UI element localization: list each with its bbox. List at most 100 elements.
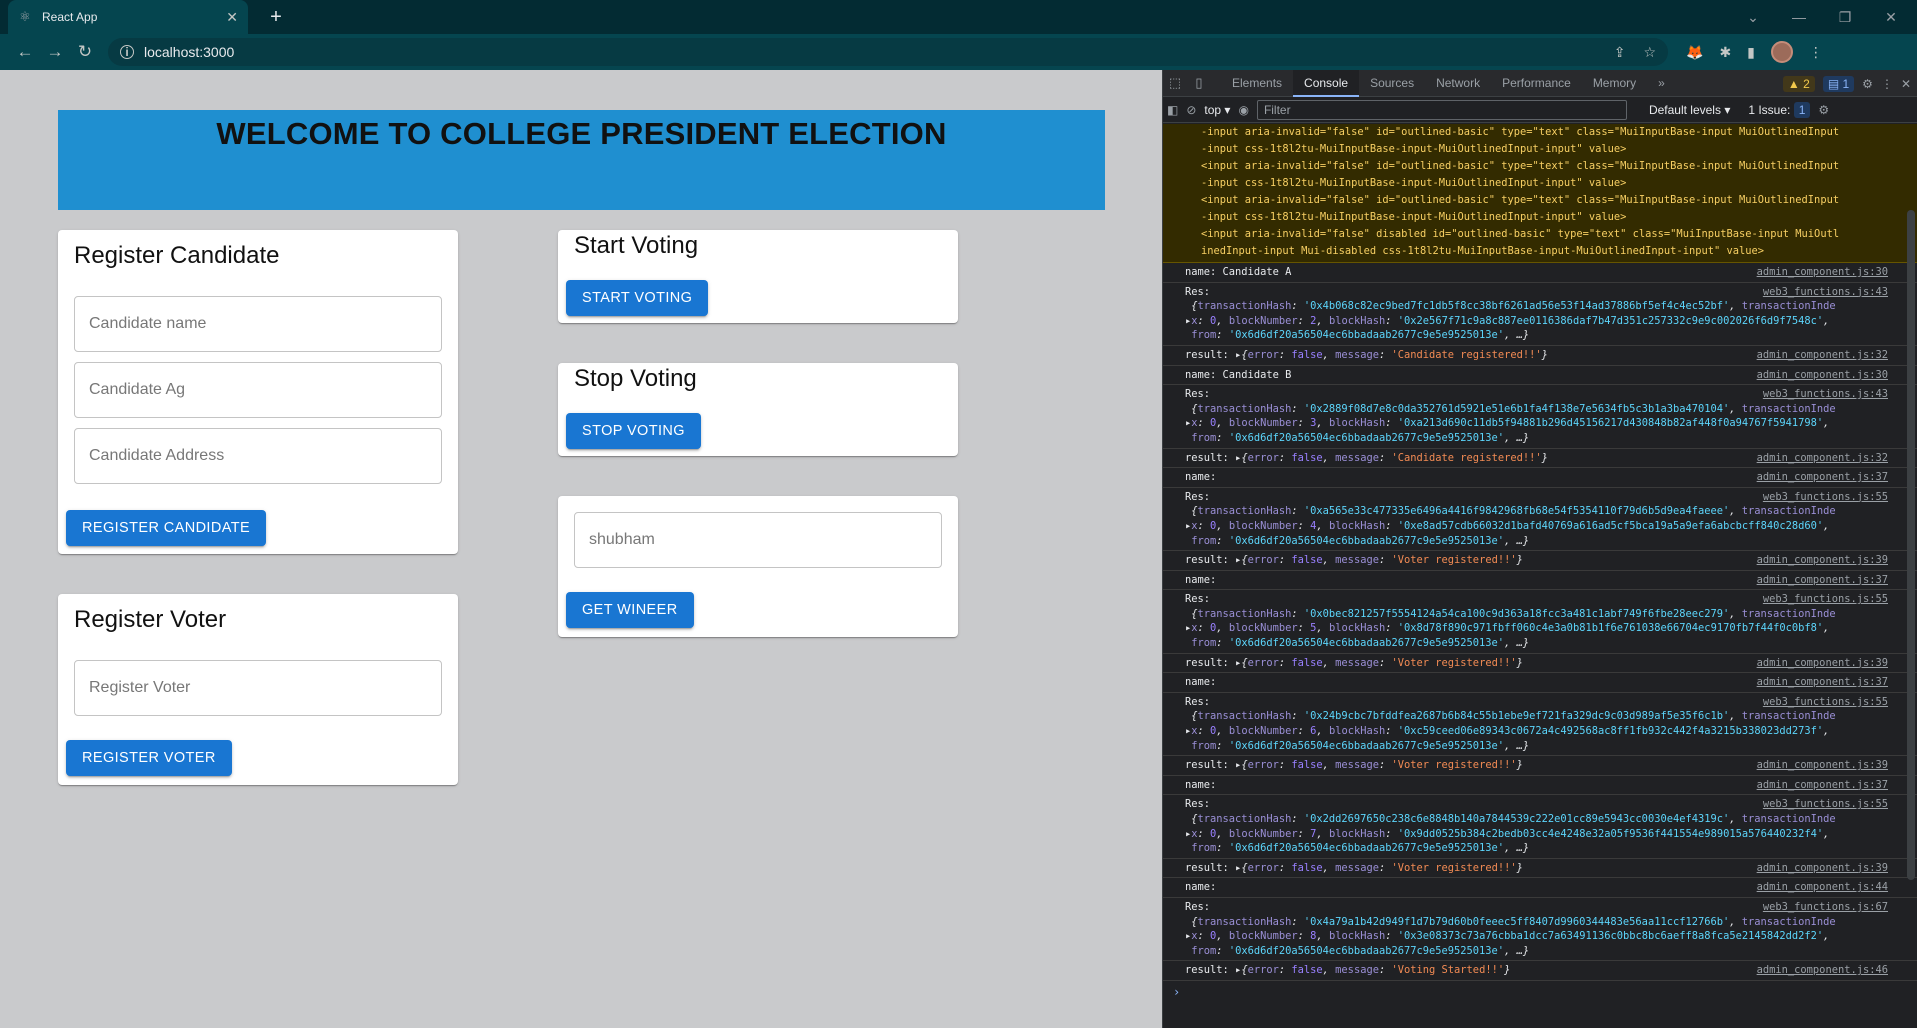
- object-key: transactionInde: [1741, 915, 1836, 928]
- register-voter-input[interactable]: [89, 679, 427, 697]
- minimize-icon[interactable]: —: [1776, 9, 1822, 25]
- winner-input[interactable]: [589, 531, 927, 549]
- bookmark-star-icon[interactable]: ☆: [1643, 44, 1656, 61]
- object-value: 'Candidate registered!!': [1391, 451, 1542, 464]
- stop-voting-button[interactable]: STOP VOTING: [566, 413, 701, 449]
- object-value: '0x4a79a1b42d949f1d7b79d60b0feeec5ff8407…: [1303, 915, 1730, 928]
- browser-menu-icon[interactable]: ⋮: [1809, 44, 1823, 61]
- share-icon[interactable]: ⇪: [1614, 44, 1626, 61]
- inspect-element-icon[interactable]: ⬚: [1163, 75, 1187, 91]
- console-token: :: [1297, 519, 1311, 532]
- start-voting-button[interactable]: START VOTING: [566, 280, 709, 316]
- tab-network[interactable]: Network: [1425, 70, 1491, 97]
- source-link[interactable]: admin_component.js:32: [1757, 451, 1888, 466]
- source-link[interactable]: web3_functions.js:43: [1763, 285, 1888, 300]
- back-icon[interactable]: ←: [10, 42, 40, 62]
- object-key: transactionInde: [1741, 402, 1836, 415]
- object-key: blockNumber: [1228, 417, 1298, 430]
- source-link[interactable]: web3_functions.js:43: [1763, 387, 1888, 402]
- log-levels-dropdown[interactable]: Default levels ▾: [1649, 103, 1730, 117]
- object-key: error: [1247, 451, 1279, 464]
- profile-avatar[interactable]: [1770, 41, 1793, 63]
- object-key: transactionHash: [1197, 813, 1292, 825]
- candidate-address-field[interactable]: [74, 428, 442, 484]
- console-label: result:: [1185, 656, 1236, 669]
- object-value: '0x4b068c82ec9bed7fc1db5f8cc38bf6261ad56…: [1303, 300, 1730, 313]
- new-tab-button[interactable]: +: [262, 4, 290, 32]
- console-token: :: [1297, 930, 1311, 943]
- candidate-age-field[interactable]: [74, 362, 442, 418]
- restore-icon[interactable]: ❐: [1822, 9, 1868, 26]
- tab-performance[interactable]: Performance: [1491, 70, 1582, 97]
- forward-icon[interactable]: →: [40, 42, 70, 62]
- source-link[interactable]: admin_component.js:39: [1757, 553, 1888, 568]
- console-token: :: [1291, 813, 1304, 825]
- close-tab-icon[interactable]: ✕: [226, 9, 238, 26]
- console-token: ,: [1729, 402, 1742, 415]
- source-link[interactable]: web3_functions.js:67: [1763, 900, 1888, 915]
- tab-memory[interactable]: Memory: [1582, 70, 1647, 97]
- object-value: false: [1291, 759, 1323, 772]
- metamask-extension-icon[interactable]: 🦊: [1686, 44, 1703, 61]
- console-settings-icon[interactable]: ⚙: [1818, 103, 1829, 117]
- source-link[interactable]: admin_component.js:37: [1757, 470, 1888, 485]
- source-link[interactable]: web3_functions.js:55: [1763, 490, 1888, 505]
- site-info-icon[interactable]: i: [120, 45, 134, 59]
- issues-counter[interactable]: 1 Issue: 1: [1748, 101, 1811, 118]
- source-link[interactable]: admin_component.js:39: [1757, 758, 1888, 773]
- console-prompt[interactable]: ›: [1163, 981, 1917, 1003]
- source-link[interactable]: admin_component.js:30: [1757, 265, 1888, 280]
- devtools-menu-icon[interactable]: ⋮: [1881, 77, 1893, 91]
- side-panel-icon[interactable]: ▮: [1747, 44, 1755, 61]
- clear-console-icon[interactable]: ⊘: [1186, 103, 1196, 117]
- device-toolbar-icon[interactable]: ▯: [1187, 75, 1211, 91]
- source-link[interactable]: admin_component.js:32: [1757, 348, 1888, 363]
- source-link[interactable]: web3_functions.js:55: [1763, 592, 1888, 607]
- console-token: }: [1541, 451, 1548, 464]
- candidate-address-input[interactable]: [89, 447, 427, 465]
- source-link[interactable]: web3_functions.js:55: [1763, 695, 1888, 710]
- register-voter-field[interactable]: [74, 660, 442, 716]
- live-expression-eye-icon[interactable]: ◉: [1238, 103, 1248, 117]
- context-selector[interactable]: top ▾: [1204, 103, 1230, 117]
- winner-field[interactable]: [574, 512, 942, 568]
- source-link[interactable]: admin_component.js:37: [1757, 778, 1888, 793]
- warnings-badge[interactable]: ▲ 2: [1782, 75, 1815, 92]
- close-window-icon[interactable]: ✕: [1868, 9, 1914, 26]
- more-tabs-icon[interactable]: »: [1647, 70, 1676, 97]
- console-token: ,: [1823, 417, 1830, 430]
- console-token: }: [1516, 759, 1523, 772]
- tab-console[interactable]: Console: [1293, 69, 1360, 97]
- reload-icon[interactable]: ↻: [70, 42, 100, 62]
- tab-sources[interactable]: Sources: [1359, 70, 1425, 97]
- candidate-name-field[interactable]: [74, 296, 442, 352]
- extensions-puzzle-icon[interactable]: ✱: [1719, 44, 1731, 61]
- close-devtools-icon[interactable]: ✕: [1901, 77, 1911, 91]
- source-link[interactable]: admin_component.js:46: [1757, 963, 1888, 978]
- source-link[interactable]: admin_component.js:39: [1757, 861, 1888, 876]
- register-candidate-button[interactable]: REGISTER CANDIDATE: [66, 510, 267, 546]
- messages-badge[interactable]: ▤ 1: [1822, 75, 1855, 92]
- browser-tab[interactable]: ⚛ React App ✕: [8, 0, 248, 34]
- object-key: transactionHash: [1197, 402, 1292, 415]
- sidebar-toggle-icon[interactable]: ◧: [1167, 103, 1178, 117]
- console-token: :: [1216, 431, 1229, 444]
- candidate-name-input[interactable]: [89, 315, 427, 333]
- source-link[interactable]: admin_component.js:39: [1757, 656, 1888, 671]
- console-scrollbar[interactable]: [1907, 210, 1915, 880]
- console-filter-input[interactable]: Filter: [1256, 99, 1627, 120]
- get-winner-button[interactable]: GET WINEER: [566, 592, 694, 628]
- source-link[interactable]: admin_component.js:37: [1757, 675, 1888, 690]
- source-link[interactable]: admin_component.js:37: [1757, 573, 1888, 588]
- source-link[interactable]: web3_functions.js:55: [1763, 797, 1888, 812]
- tab-search-icon[interactable]: ⌄: [1730, 9, 1776, 26]
- source-link[interactable]: admin_component.js:30: [1757, 368, 1888, 383]
- settings-gear-icon[interactable]: ⚙: [1862, 77, 1873, 91]
- console-token: ,: [1823, 827, 1830, 840]
- tab-elements[interactable]: Elements: [1221, 70, 1293, 97]
- register-voter-button[interactable]: REGISTER VOTER: [66, 740, 232, 776]
- candidate-age-input[interactable]: [89, 381, 427, 399]
- console-token: :: [1297, 417, 1311, 430]
- address-bar[interactable]: i localhost:3000 ⇪ ☆: [108, 38, 1668, 66]
- source-link[interactable]: admin_component.js:44: [1757, 880, 1888, 895]
